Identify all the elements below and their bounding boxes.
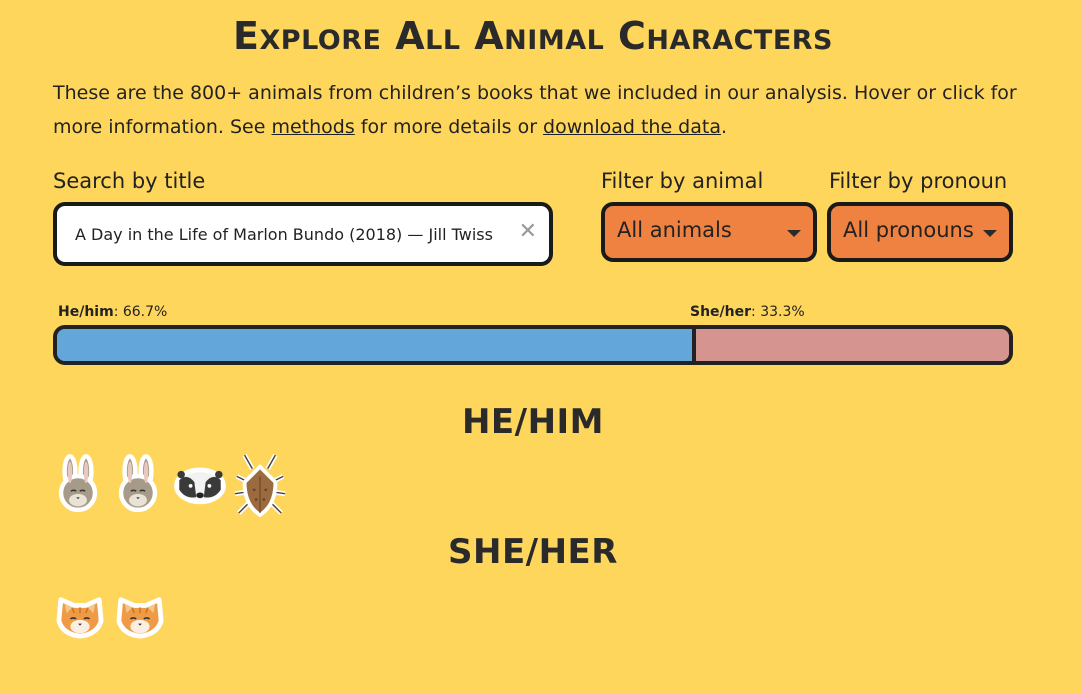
he-him-animal-row [53,452,289,520]
he-him-percent: : 66.7% [113,304,168,320]
filter-pronoun-label: Filter by pronoun [829,169,1008,193]
stinkbug-icon[interactable] [233,452,289,520]
cat-icon[interactable] [113,592,169,660]
rabbit-icon[interactable] [113,452,169,520]
intro-text: for more details or [354,116,544,138]
filter-animal-select[interactable]: All animals [601,202,817,262]
she-her-percent: : 33.3% [751,304,805,320]
he-him-segment[interactable] [57,329,696,361]
intro-text: . [720,116,728,138]
he-him-label: He/him [58,304,114,320]
filter-animal-value: All animals [617,218,732,242]
filter-animal-label: Filter by animal [601,169,764,193]
search-box[interactable]: ✕ [53,202,553,266]
cat-icon[interactable] [53,592,109,660]
chevron-down-icon [787,230,801,237]
she-her-heading: SHE/HER [448,532,618,572]
chevron-down-icon [983,230,997,237]
search-label: Search by title [53,169,206,193]
download-data-link[interactable]: download the data [543,116,721,138]
she-her-label: She/her [690,304,752,320]
pronoun-proportion-bar [53,325,1013,365]
methods-link[interactable]: methods [271,116,354,138]
filter-pronoun-value: All pronouns [843,218,974,242]
clear-icon[interactable]: ✕ [519,219,537,244]
he-him-stat: He/him: 66.7% [58,304,167,320]
search-input[interactable] [73,218,517,250]
filter-pronoun-select[interactable]: All pronouns [827,202,1013,262]
she-her-stat: She/her: 33.3% [690,304,805,320]
she-her-animal-row [53,592,169,660]
she-her-segment[interactable] [695,329,1009,361]
he-him-heading: HE/HIM [461,402,605,442]
page-title: Explore All Animal Characters [233,14,833,58]
intro-paragraph: These are the 800+ animals from children… [53,76,1033,144]
badger-icon[interactable] [173,452,229,520]
rabbit-icon[interactable] [53,452,109,520]
